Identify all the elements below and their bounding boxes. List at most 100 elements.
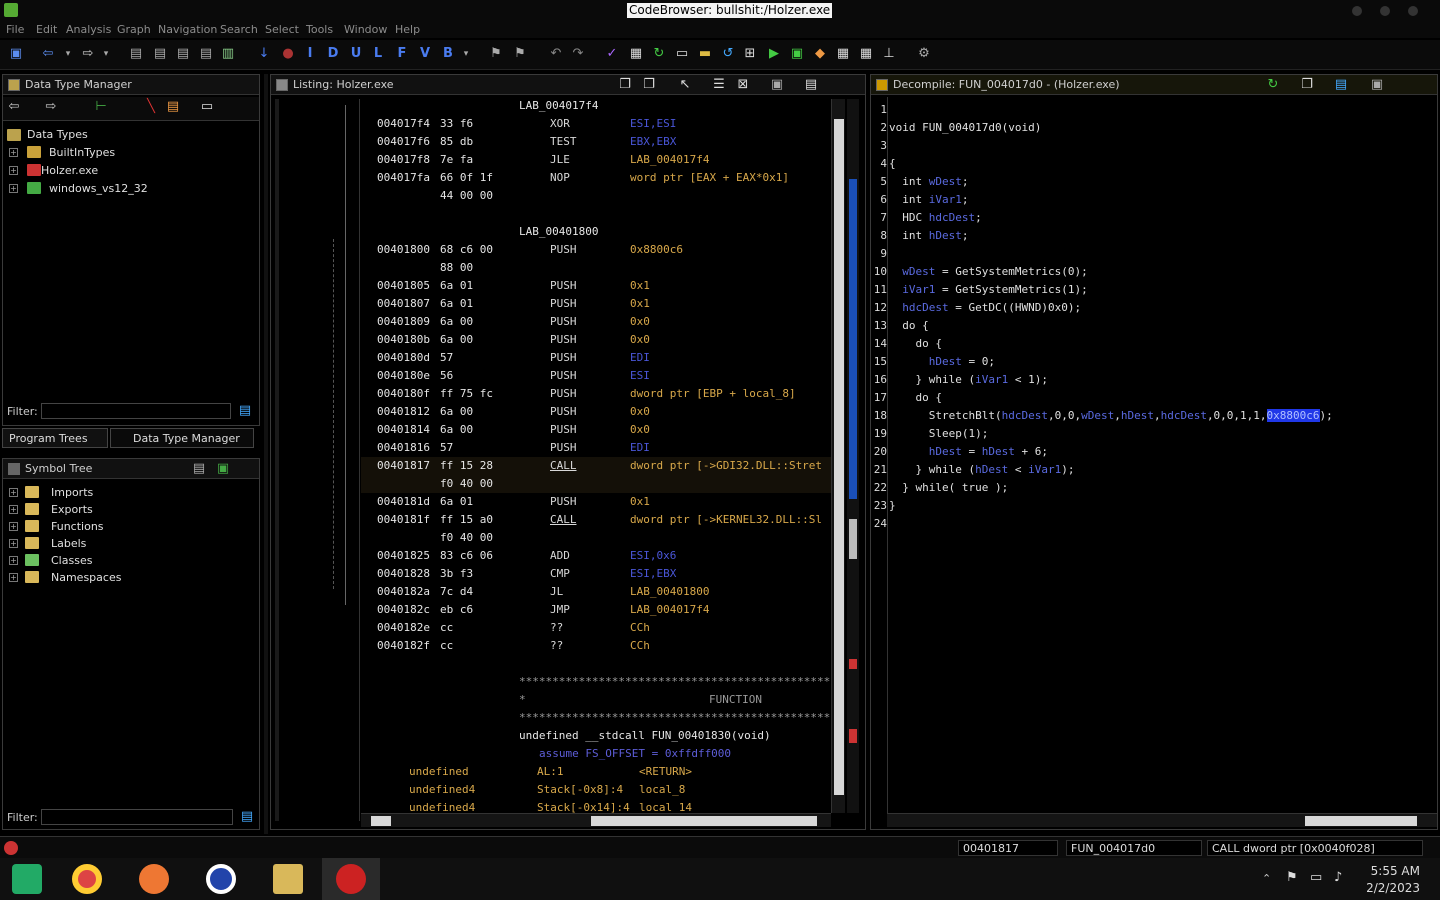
expand-icon[interactable]: + [9, 148, 18, 157]
toolbar-letter-d[interactable]: D [325, 46, 341, 62]
decompiler-line[interactable]: 13 do { [873, 317, 1429, 335]
decompiler-line[interactable]: 9 [873, 245, 1429, 263]
toolbar-letter-b[interactable]: B [440, 46, 456, 62]
dt-tree-icon[interactable]: ⊢ [93, 99, 109, 115]
decompiler-line[interactable]: 19 Sleep(1); [873, 425, 1429, 443]
listing-row[interactable]: 00401817 ff 15 28 CALL dword ptr [->GDI32.D… [361, 457, 831, 475]
stop-icon[interactable]: ● [280, 46, 296, 62]
listing-row[interactable]: 88 00 [361, 259, 831, 277]
nav-doc2-icon[interactable]: ▤ [152, 46, 168, 62]
listing-row[interactable]: 00401812 6a 00 PUSH 0x0 [361, 403, 831, 421]
listing-paste-icon[interactable]: ❐ [641, 77, 657, 93]
decompiler-line[interactable]: 3 [873, 137, 1429, 155]
listing-hscroll-left[interactable] [371, 816, 391, 826]
listing-row[interactable]: f0 40 00 [361, 529, 831, 547]
decompiler-line[interactable]: 21 } while (hDest < iVar1); [873, 461, 1429, 479]
listing-row[interactable]: 0040182a 7c d4 JL LAB_00401800 [361, 583, 831, 601]
listing-row[interactable]: 00401800 68 c6 00 PUSH 0x8800c6 [361, 241, 831, 259]
listing-row[interactable]: 004017f8 7e fa JLE LAB_004017f4 [361, 151, 831, 169]
expand-icon[interactable]: + [9, 539, 18, 548]
menu-navigation[interactable]: Navigation [158, 23, 217, 36]
cycle-icon[interactable]: ↺ [720, 46, 736, 62]
dt-collapse-icon[interactable]: ▭ [199, 99, 215, 115]
symbol-tree-link-icon[interactable]: ▣ [215, 461, 231, 477]
listing-row[interactable]: 0040180b 6a 00 PUSH 0x0 [361, 331, 831, 349]
menu-search[interactable]: Search [220, 23, 258, 36]
symbol-tree-new-icon[interactable]: ▤ [191, 461, 207, 477]
expand-icon[interactable]: + [9, 184, 18, 193]
tab-data-type-manager[interactable]: Data Type Manager [110, 428, 254, 448]
file-explorer-icon[interactable] [273, 864, 303, 894]
decompiler-line[interactable]: 20 hDest = hDest + 6; [873, 443, 1429, 461]
decompiler-line[interactable]: 4{ [873, 155, 1429, 173]
listing-row[interactable]: undefined4 Stack[-0x8]:4 local_8 [361, 781, 831, 799]
expand-icon[interactable]: + [9, 505, 18, 514]
toolbar-letter-i[interactable]: I [302, 46, 318, 62]
listing-row[interactable]: 00401805 6a 01 PUSH 0x1 [361, 277, 831, 295]
undo-icon[interactable]: ↶ [548, 46, 564, 62]
tree-icon[interactable]: ⊥ [881, 46, 897, 62]
listing-row[interactable]: 0040182c eb c6 JMP LAB_004017f4 [361, 601, 831, 619]
menu-tools[interactable]: Tools [306, 23, 333, 36]
maximize-button[interactable] [1380, 6, 1390, 16]
clock-date[interactable]: 2/2/2023 [1366, 881, 1420, 895]
forward-dropdown-icon[interactable]: ▾ [98, 46, 114, 62]
start-button-icon[interactable] [12, 864, 42, 894]
listing-row[interactable]: LAB_004017f4 [361, 97, 831, 115]
menu-edit[interactable]: Edit [36, 23, 57, 36]
refresh-icon[interactable]: ↻ [651, 46, 667, 62]
listing-row[interactable]: f0 40 00 [361, 475, 831, 493]
listing-copy-icon[interactable]: ❐ [617, 77, 633, 93]
nav-doc5-icon[interactable]: ▥ [220, 46, 236, 62]
expand-icon[interactable]: + [9, 488, 18, 497]
symbol-filter-input[interactable] [41, 809, 233, 825]
listing-options-icon[interactable]: ▤ [803, 77, 819, 93]
decompiler-hscrollbar[interactable] [887, 813, 1437, 827]
decompiler-line[interactable]: 2 void FUN_004017d0(void) [873, 119, 1429, 137]
listing-row[interactable]: 0040180d 57 PUSH EDI [361, 349, 831, 367]
dt-forward-icon[interactable]: ⇨ [43, 99, 59, 115]
decompiler-line[interactable]: 14 do { [873, 335, 1429, 353]
listing-content[interactable]: LAB_004017f4 004017f4 33 f6 XOR ESI,ESI 00401… [361, 97, 831, 815]
decompile-copy-icon[interactable]: ❐ [1299, 77, 1315, 93]
decompiler-line[interactable]: 8 int hDest; [873, 227, 1429, 245]
decompiler-line[interactable]: 10 wDest = GetSystemMetrics(0); [873, 263, 1429, 281]
listing-row[interactable]: * [361, 691, 831, 709]
toolbar-letter-l[interactable]: L [370, 46, 386, 62]
bookmark-icon[interactable]: ⚑ [488, 46, 504, 62]
menu-help[interactable]: Help [395, 23, 420, 36]
save-icon[interactable]: ▣ [8, 46, 24, 62]
decompile-snapshot-icon[interactable]: ▣ [1369, 77, 1385, 93]
redo-icon[interactable]: ↷ [570, 46, 586, 62]
decompiler-line[interactable]: 1 [873, 101, 1429, 119]
listing-row[interactable]: 44 00 00 [361, 187, 831, 205]
listing-row[interactable] [361, 205, 831, 223]
dt-filter-options-icon[interactable]: ▤ [237, 403, 253, 419]
listing-hscroll-thumb[interactable] [591, 816, 817, 826]
decompiler-line[interactable]: 18 StretchBlt(hdcDest,0,0,wDest,hDest,hd… [873, 407, 1429, 425]
graph-icon[interactable]: ⊞ [742, 46, 758, 62]
decompiler-line[interactable]: 6 int iVar1; [873, 191, 1429, 209]
check-icon[interactable]: ✓ [604, 46, 620, 62]
decompiler-line[interactable]: 12 hdcDest = GetDC((HWND)0x0); [873, 299, 1429, 317]
close-button[interactable] [1408, 6, 1418, 16]
folder-icon[interactable]: ▬ [697, 46, 713, 62]
decompiler-hscroll-thumb[interactable] [1305, 816, 1417, 826]
listing-scroll-thumb[interactable] [834, 119, 844, 795]
memory-icon[interactable]: ▦ [628, 46, 644, 62]
decompiler-line[interactable]: 15 hDest = 0; [873, 353, 1429, 371]
table-icon[interactable]: ▦ [835, 46, 851, 62]
decompiler-line[interactable]: 7 HDC hdcDest; [873, 209, 1429, 227]
symbol-filter-options-icon[interactable]: ▤ [239, 809, 255, 825]
listing-layout-icon[interactable]: ☰ [711, 77, 727, 93]
listing-row[interactable]: 00401825 83 c6 06 ADD ESI,0x6 [361, 547, 831, 565]
decompiler-code[interactable]: 1 2 void FUN_004017d0(void) 3 4{5 int wDest;… [873, 101, 1429, 811]
decompiler-line[interactable]: 22 } while( true ); [873, 479, 1429, 497]
chrome-icon[interactable] [72, 864, 102, 894]
menu-window[interactable]: Window [344, 23, 387, 36]
decompiler-line[interactable]: 5 int wDest; [873, 173, 1429, 191]
decompile-refresh-icon[interactable]: ↻ [1265, 77, 1281, 93]
listing-row[interactable]: ****************************************… [361, 673, 831, 691]
tab-program-trees[interactable]: Program Trees [2, 428, 108, 448]
minimize-button[interactable] [1352, 6, 1362, 16]
